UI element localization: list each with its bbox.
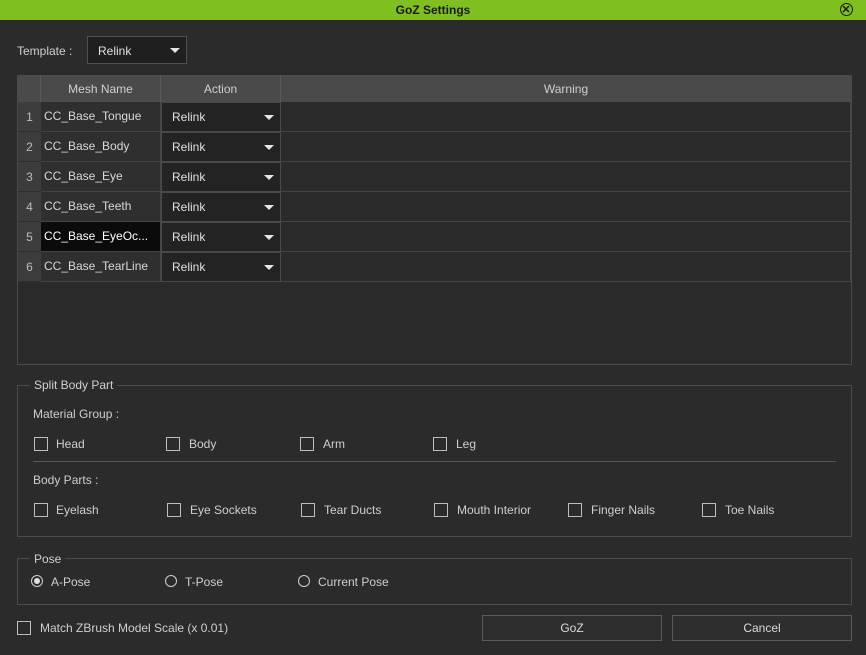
body-checkbox[interactable] (166, 437, 180, 451)
action-value: Relink (172, 230, 206, 244)
chevron-down-icon (264, 145, 274, 150)
close-icon[interactable] (840, 3, 853, 16)
eye-sockets-checkbox[interactable] (167, 503, 181, 517)
row-number[interactable]: 3 (18, 162, 41, 192)
finger-nails-checkbox[interactable] (568, 503, 582, 517)
body-label: Body (189, 437, 217, 451)
window-title: GoZ Settings (395, 3, 471, 17)
row-number[interactable]: 2 (18, 132, 41, 162)
mesh-name-cell[interactable]: CC_Base_Teeth (41, 192, 161, 222)
current-pose-label: Current Pose (318, 575, 389, 589)
action-value: Relink (172, 170, 206, 184)
action-value: Relink (172, 140, 206, 154)
t-pose-radio[interactable] (165, 575, 177, 587)
eye-sockets-label: Eye Sockets (190, 503, 257, 517)
header-corner (18, 76, 41, 102)
warning-cell (281, 222, 851, 252)
split-body-part-title: Split Body Part (30, 378, 118, 392)
goz-button[interactable]: GoZ (482, 615, 662, 641)
leg-checkbox[interactable] (433, 437, 447, 451)
match-scale-checkbox[interactable] (17, 621, 31, 635)
warning-cell (281, 132, 851, 162)
t-pose-label: T-Pose (185, 575, 224, 589)
action-dropdown[interactable]: Relink (161, 132, 281, 162)
pose-title: Pose (30, 552, 66, 566)
radio-dot (34, 578, 40, 584)
action-dropdown[interactable]: Relink (161, 192, 281, 222)
eyelash-label: Eyelash (56, 503, 99, 517)
action-dropdown[interactable]: Relink (161, 102, 281, 132)
header-warning[interactable]: Warning (281, 76, 851, 102)
warning-cell (281, 102, 851, 132)
eyelash-checkbox[interactable] (34, 503, 48, 517)
tear-ducts-label: Tear Ducts (324, 503, 382, 517)
title-bar: GoZ Settings (0, 0, 866, 20)
warning-cell (281, 162, 851, 192)
action-dropdown[interactable]: Relink (161, 222, 281, 252)
chevron-down-icon (264, 265, 274, 270)
template-dropdown[interactable]: Relink (87, 36, 187, 64)
warning-cell (281, 252, 851, 282)
action-value: Relink (172, 260, 206, 274)
toe-nails-label: Toe Nails (725, 503, 775, 517)
action-dropdown[interactable]: Relink (161, 252, 281, 282)
mesh-name-cell[interactable]: CC_Base_EyeOc... (41, 222, 161, 252)
toe-nails-checkbox[interactable] (702, 503, 716, 517)
finger-nails-label: Finger Nails (591, 503, 656, 517)
warning-cell (281, 192, 851, 222)
material-group-label: Material Group : (33, 407, 120, 421)
head-label: Head (56, 437, 85, 451)
match-scale-label: Match ZBrush Model Scale (x 0.01) (40, 621, 229, 635)
a-pose-radio[interactable] (31, 575, 43, 587)
tear-ducts-checkbox[interactable] (301, 503, 315, 517)
pose-group (17, 558, 852, 605)
template-value: Relink (98, 44, 132, 58)
chevron-down-icon (170, 48, 180, 53)
row-number[interactable]: 4 (18, 192, 41, 222)
header-mesh-name[interactable]: Mesh Name (41, 76, 161, 102)
chevron-down-icon (264, 115, 274, 120)
divider (33, 461, 836, 462)
arm-checkbox[interactable] (300, 437, 314, 451)
a-pose-label: A-Pose (51, 575, 91, 589)
row-number[interactable]: 6 (18, 252, 41, 282)
template-label: Template : (17, 44, 73, 58)
mouth-interior-label: Mouth Interior (457, 503, 532, 517)
leg-label: Leg (456, 437, 477, 451)
chevron-down-icon (264, 175, 274, 180)
mesh-name-cell[interactable]: CC_Base_Body (41, 132, 161, 162)
row-number[interactable]: 5 (18, 222, 41, 252)
mesh-name-cell[interactable]: CC_Base_Eye (41, 162, 161, 192)
current-pose-radio[interactable] (298, 575, 310, 587)
row-number[interactable]: 1 (18, 102, 41, 132)
body-parts-label: Body Parts : (33, 473, 99, 487)
action-value: Relink (172, 110, 206, 124)
mesh-name-cell[interactable]: CC_Base_TearLine (41, 252, 161, 282)
mouth-interior-checkbox[interactable] (434, 503, 448, 517)
mesh-name-cell[interactable]: CC_Base_Tongue (41, 102, 161, 132)
action-value: Relink (172, 200, 206, 214)
chevron-down-icon (264, 235, 274, 240)
cancel-button[interactable]: Cancel (672, 615, 852, 641)
mesh-table: Mesh Name Action Warning 1 CC_Base_Tongu… (17, 75, 852, 365)
head-checkbox[interactable] (34, 437, 48, 451)
header-action[interactable]: Action (161, 76, 281, 102)
arm-label: Arm (323, 437, 345, 451)
action-dropdown[interactable]: Relink (161, 162, 281, 192)
chevron-down-icon (264, 205, 274, 210)
